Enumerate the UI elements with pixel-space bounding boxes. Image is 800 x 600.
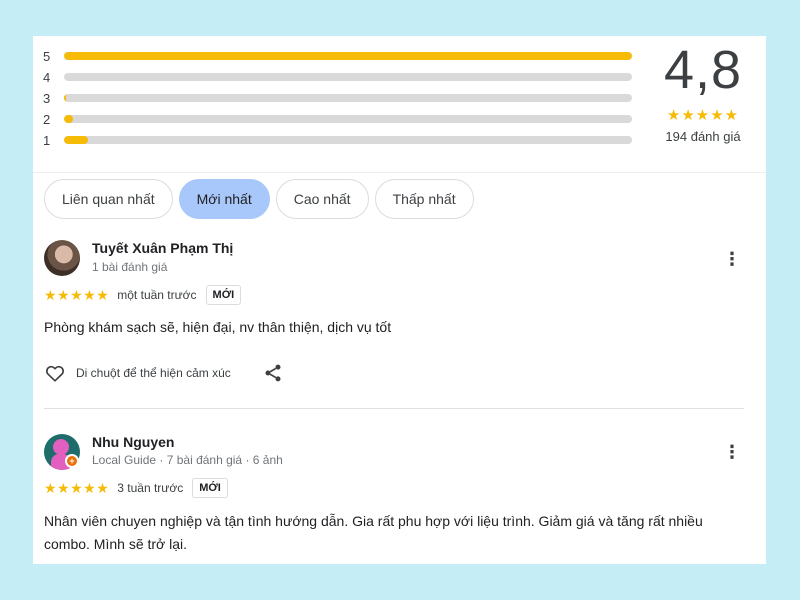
histogram-label: 1 — [43, 132, 51, 148]
review-time: 3 tuần trước — [117, 481, 184, 495]
share-icon[interactable] — [263, 363, 283, 383]
histogram-label: 5 — [43, 48, 51, 64]
chip-newest[interactable]: Mới nhất — [178, 179, 270, 219]
chip-lowest[interactable]: Thấp nhất — [374, 179, 474, 219]
reviewer-meta: 1 bài đánh giá — [92, 260, 168, 274]
more-options-icon[interactable]: ⋮ — [723, 442, 741, 462]
histogram-bar — [64, 115, 73, 123]
histogram-bar — [64, 94, 67, 102]
review-stars-icon: ★★★★★ — [44, 479, 110, 496]
review-text: Phòng khám sạch sẽ, hiện đại, nv thân th… — [44, 319, 392, 335]
histogram-label: 4 — [43, 69, 51, 85]
histogram-row-4[interactable]: 4 — [33, 69, 633, 85]
review-stars-icon: ★★★★★ — [44, 286, 110, 303]
reviewer-name[interactable]: Nhu Nguyen — [92, 434, 174, 450]
divider — [33, 172, 766, 173]
histogram-row-1[interactable]: 1 — [33, 132, 633, 148]
histogram-label: 3 — [43, 90, 51, 106]
avatar[interactable] — [44, 240, 80, 276]
review-rating-line: ★★★★★ một tuần trước MỚI — [44, 285, 242, 305]
histogram-bar — [64, 52, 632, 60]
reviewer-meta: Local Guide · 7 bài đánh giá · 6 ảnh — [92, 453, 283, 467]
histogram-row-2[interactable]: 2 — [33, 111, 633, 127]
histogram-row-5[interactable]: 5 — [33, 48, 633, 64]
local-guide-icon: + — [65, 454, 79, 468]
review-text: Nhân viên chuyen nghiệp và tận tình hướn… — [44, 513, 703, 552]
chip-most-relevant[interactable]: Liên quan nhất — [44, 179, 173, 219]
average-rating: 4,8 — [663, 40, 743, 100]
rating-summary: 4,8 ★★★★★ 194 đánh giá — [651, 40, 755, 144]
reviews-card: 5 4 3 2 1 4,8 ★★★★★ 194 đánh giá Liên qu… — [33, 36, 766, 564]
histogram-track — [64, 73, 632, 81]
review-count: 194 đánh giá — [665, 129, 741, 144]
review-divider — [44, 408, 744, 409]
summary-stars-icon: ★★★★★ — [666, 107, 740, 124]
histogram-track — [64, 136, 632, 144]
histogram-track — [64, 115, 632, 123]
chip-highest[interactable]: Cao nhất — [275, 179, 369, 219]
sort-chips: Liên quan nhất Mới nhất Cao nhất Thấp nh… — [44, 179, 474, 219]
histogram-label: 2 — [43, 111, 51, 127]
more-options-icon[interactable]: ⋮ — [723, 249, 741, 269]
reactions: Di chuột để thể hiện cảm xúc — [44, 362, 283, 384]
histogram-track — [64, 52, 632, 60]
histogram-track — [64, 94, 632, 102]
reviewer-name[interactable]: Tuyết Xuân Phạm Thị — [92, 240, 233, 256]
reaction-hint: Di chuột để thể hiện cảm xúc — [76, 366, 231, 380]
review-rating-line: ★★★★★ 3 tuần trước MỚI — [44, 478, 228, 498]
heart-icon[interactable] — [44, 362, 66, 384]
new-badge: MỚI — [205, 285, 242, 305]
new-badge: MỚI — [192, 478, 228, 498]
histogram-bar — [64, 136, 88, 144]
review-time: một tuần trước — [117, 288, 197, 302]
histogram-row-3[interactable]: 3 — [33, 90, 633, 106]
